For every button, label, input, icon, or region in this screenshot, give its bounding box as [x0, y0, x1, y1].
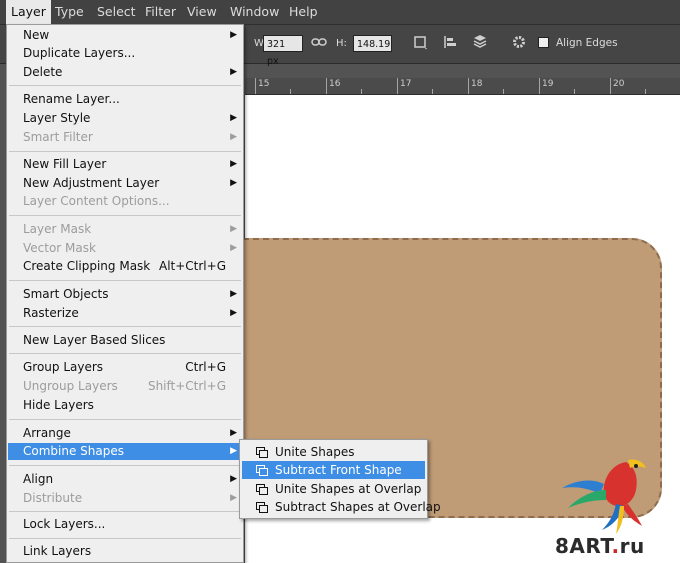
horizontal-ruler: 15 16 17 18 19 20 [245, 78, 680, 95]
menu-window[interactable]: Window [225, 0, 284, 24]
menu-item-new-fill-layer[interactable]: New Fill Layer ▶ [8, 156, 242, 173]
submenu-item-unite-shapes-at-overlap[interactable]: Unite Shapes at Overlap [242, 480, 425, 498]
submenu-arrow-icon: ▶ [230, 446, 237, 456]
menu-separator [9, 419, 241, 420]
submenu-arrow-icon: ▶ [230, 30, 237, 40]
align-edges-label: Align Edges [556, 37, 618, 49]
menu-item-combine-shapes[interactable]: Combine Shapes ▶ [8, 443, 242, 460]
gear-icon[interactable] [509, 34, 529, 54]
submenu-arrow-icon: ▶ [230, 493, 237, 503]
unite-shapes-icon [256, 447, 268, 458]
menu-item-smart-objects[interactable]: Smart Objects ▶ [8, 286, 242, 303]
submenu-arrow-icon: ▶ [230, 289, 237, 299]
submenu-arrow-icon: ▶ [230, 132, 237, 142]
menu-item-duplicate-layers[interactable]: Duplicate Layers... [8, 45, 242, 62]
submenu-item-subtract-shapes-at-overlap[interactable]: Subtract Shapes at Overlap [242, 498, 441, 516]
height-field[interactable]: 148.19 [353, 35, 392, 52]
ruler-label: 15 [258, 79, 270, 89]
path-arrangement-icon[interactable] [470, 34, 490, 54]
exclude-overlap-icon [256, 502, 268, 513]
align-edges-checkbox[interactable] [538, 37, 549, 48]
ruler-label: 17 [400, 79, 412, 89]
menu-item-rename-layer[interactable]: Rename Layer... [8, 91, 242, 108]
link-icon[interactable] [309, 34, 329, 54]
menu-item-layer-content-options: Layer Content Options... [23, 194, 170, 208]
menu-view[interactable]: View [182, 0, 222, 24]
ruler-label: 16 [329, 79, 341, 89]
menu-select[interactable]: Select [92, 0, 141, 24]
submenu-arrow-icon: ▶ [230, 224, 237, 234]
submenu-arrow-icon: ▶ [230, 67, 237, 77]
menu-bar: Layer Type Select Filter View Window Hel… [0, 0, 680, 25]
shortcut-label: Shift+Ctrl+G [147, 379, 226, 393]
menu-separator [9, 151, 241, 152]
path-operations-icon[interactable] [410, 34, 430, 54]
menu-item-delete[interactable]: Delete ▶ [8, 64, 242, 81]
path-alignment-icon[interactable] [440, 34, 460, 54]
ruler-label: 19 [542, 79, 554, 89]
height-label: H: [336, 38, 347, 49]
parrot-logo-icon [562, 459, 646, 534]
menu-item-hide-layers[interactable]: Hide Layers [8, 397, 242, 414]
width-field[interactable]: 321 px [263, 35, 303, 67]
submenu-arrow-icon: ▶ [230, 308, 237, 318]
combine-shapes-submenu: Unite Shapes Subtract Front Shape Unite … [239, 439, 441, 519]
menu-separator [9, 280, 241, 281]
submenu-item-subtract-front-shape[interactable]: Subtract Front Shape [242, 461, 425, 479]
menu-separator [9, 85, 241, 86]
menu-item-ungroup-layers: Ungroup Layers Shift+Ctrl+G [23, 379, 226, 393]
submenu-arrow-icon: ▶ [230, 159, 237, 169]
ruler-label: 18 [471, 79, 483, 89]
menu-item-new-layer-based-slices[interactable]: New Layer Based Slices [8, 332, 242, 349]
menu-item-align[interactable]: Align ▶ [8, 471, 242, 488]
menu-separator [9, 326, 241, 327]
submenu-arrow-icon: ▶ [230, 113, 237, 123]
menu-separator [9, 538, 241, 539]
submenu-item-unite-shapes[interactable]: Unite Shapes [242, 443, 425, 461]
submenu-arrow-icon: ▶ [230, 243, 237, 253]
menu-separator [9, 465, 241, 466]
menu-item-layer-mask: Layer Mask ▶ [23, 222, 237, 236]
menu-separator [9, 353, 241, 354]
menu-item-new-adjustment-layer[interactable]: New Adjustment Layer ▶ [8, 175, 242, 192]
intersect-shapes-icon [256, 484, 268, 495]
menu-item-layer-style[interactable]: Layer Style ▶ [8, 110, 242, 127]
shortcut-label: Ctrl+G [185, 360, 226, 374]
menu-item-arrange[interactable]: Arrange ▶ [8, 425, 242, 442]
menu-item-link-layers[interactable]: Link Layers [8, 543, 242, 560]
menu-help[interactable]: Help [284, 0, 323, 24]
menu-layer[interactable]: Layer [6, 0, 51, 24]
menu-item-new[interactable]: New ▶ [8, 27, 242, 44]
submenu-arrow-icon: ▶ [230, 178, 237, 188]
menu-item-rasterize[interactable]: Rasterize ▶ [8, 305, 242, 322]
shortcut-label: Alt+Ctrl+G [158, 259, 226, 273]
watermark-text: 8ART.ru [555, 534, 645, 558]
menu-item-lock-layers[interactable]: Lock Layers... [8, 516, 242, 533]
menu-separator [9, 511, 241, 512]
menu-filter[interactable]: Filter [140, 0, 181, 24]
subtract-front-shape-icon [256, 465, 268, 476]
menu-type[interactable]: Type [50, 0, 89, 24]
submenu-arrow-icon: ▶ [230, 428, 237, 438]
submenu-arrow-icon: ▶ [230, 474, 237, 484]
menu-item-create-clipping-mask[interactable]: Create Clipping Mask Alt+Ctrl+G [8, 258, 242, 275]
layer-menu: New ▶ Duplicate Layers... Delete ▶ Rename … [6, 24, 244, 563]
menu-item-vector-mask: Vector Mask ▶ [23, 241, 237, 255]
menu-item-distribute: Distribute ▶ [23, 491, 237, 505]
menu-item-group-layers[interactable]: Group Layers Ctrl+G [8, 359, 242, 376]
menu-item-smart-filter: Smart Filter ▶ [23, 130, 237, 144]
ruler-label: 20 [613, 79, 625, 89]
menu-separator [9, 215, 241, 216]
